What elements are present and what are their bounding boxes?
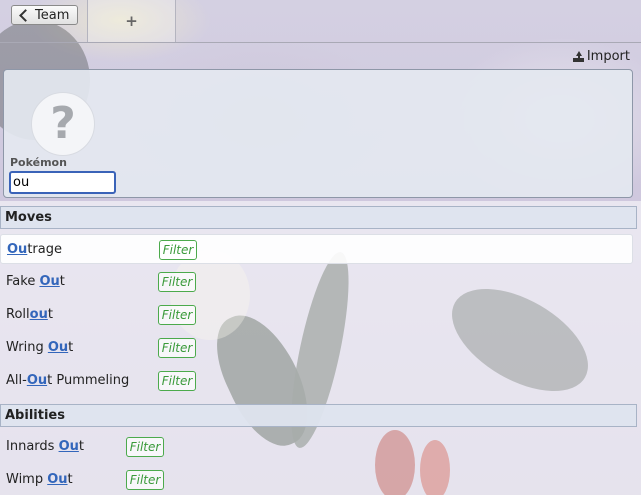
- move-name-prefix: Wring: [6, 340, 48, 355]
- move-name-match: Ou: [26, 373, 48, 388]
- tab-bar: Team +: [0, 0, 641, 43]
- move-name: Outrage: [7, 242, 62, 257]
- move-name-match: Ou: [47, 340, 69, 355]
- import-button[interactable]: Import: [572, 49, 630, 64]
- move-name-match: ou: [29, 307, 48, 322]
- move-filter-button[interactable]: Filter: [158, 272, 196, 292]
- move-result-row[interactable]: Wring Out Filter: [0, 333, 633, 363]
- move-name: Rollout: [6, 307, 53, 322]
- moves-section-header: Moves: [0, 206, 637, 229]
- move-result-row[interactable]: Outrage Filter: [0, 234, 633, 264]
- move-name-prefix: All-: [6, 373, 27, 388]
- pokemon-sprite[interactable]: ?: [31, 92, 95, 156]
- move-name-suffix: trage: [27, 242, 62, 257]
- back-to-team-button[interactable]: Team: [11, 5, 79, 25]
- pokemon-set-panel: ? Pokémon: [3, 69, 633, 198]
- pokemon-field-label: Pokémon: [10, 156, 67, 169]
- move-filter-button[interactable]: Filter: [158, 305, 196, 325]
- ability-name-prefix: Wimp: [6, 472, 48, 487]
- question-mark-icon: ?: [50, 98, 76, 149]
- ability-result-row[interactable]: Innards Out Filter: [0, 432, 633, 462]
- move-result-row[interactable]: Rollout Filter: [0, 300, 633, 330]
- ability-name-suffix: t: [78, 439, 84, 454]
- move-name: All-Out Pummeling: [6, 373, 129, 388]
- ability-result-row[interactable]: Wimp Out Filter: [0, 465, 633, 495]
- chevron-left-icon: [19, 9, 32, 22]
- move-result-row[interactable]: All-Out Pummeling Filter: [0, 366, 633, 396]
- move-name-suffix: t: [68, 340, 74, 355]
- move-filter-button[interactable]: Filter: [158, 371, 196, 391]
- ability-filter-button[interactable]: Filter: [126, 437, 164, 457]
- move-name-suffix: t: [47, 307, 53, 322]
- move-name-prefix: Roll: [6, 307, 30, 322]
- ability-name-match: Ou: [47, 472, 68, 487]
- move-name-suffix: t Pummeling: [47, 373, 130, 388]
- plus-icon: +: [125, 12, 138, 30]
- move-filter-button[interactable]: Filter: [159, 240, 197, 260]
- team-button-label: Team: [35, 7, 70, 23]
- upload-icon: [572, 51, 584, 62]
- abilities-section-header: Abilities: [0, 404, 637, 427]
- ability-name: Wimp Out: [6, 472, 73, 487]
- import-label: Import: [586, 49, 630, 64]
- move-name-prefix: Fake: [6, 274, 40, 289]
- move-name-suffix: t: [59, 274, 65, 289]
- pokemon-input[interactable]: [9, 171, 116, 194]
- ability-filter-button[interactable]: Filter: [126, 470, 164, 490]
- move-name: Wring Out: [6, 340, 73, 355]
- move-name: Fake Out: [6, 274, 65, 289]
- move-result-row[interactable]: Fake Out Filter: [0, 267, 633, 297]
- add-tab-button[interactable]: +: [88, 0, 176, 42]
- ability-name: Innards Out: [6, 439, 84, 454]
- move-name-match: Ou: [7, 242, 28, 257]
- ability-name-match: Ou: [58, 439, 79, 454]
- tab-team: Team: [0, 0, 88, 42]
- ability-name-suffix: t: [67, 472, 73, 487]
- move-name-match: Ou: [39, 274, 60, 289]
- ability-name-prefix: Innards: [6, 439, 59, 454]
- move-filter-button[interactable]: Filter: [158, 338, 196, 358]
